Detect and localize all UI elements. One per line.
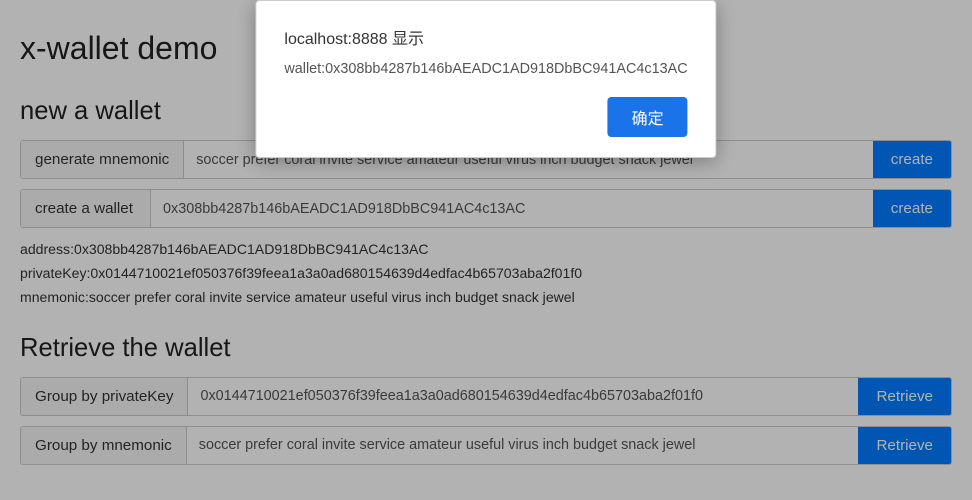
modal-footer: 确定 (284, 97, 687, 137)
modal-message: wallet:0x308bb4287b146bAEADC1AD918DbBC94… (284, 61, 687, 77)
modal-host: localhost:8888 显示 (284, 25, 687, 49)
modal-confirm-button[interactable]: 确定 (608, 97, 688, 137)
modal-dialog: localhost:8888 显示 wallet:0x308bb4287b146… (255, 0, 716, 158)
